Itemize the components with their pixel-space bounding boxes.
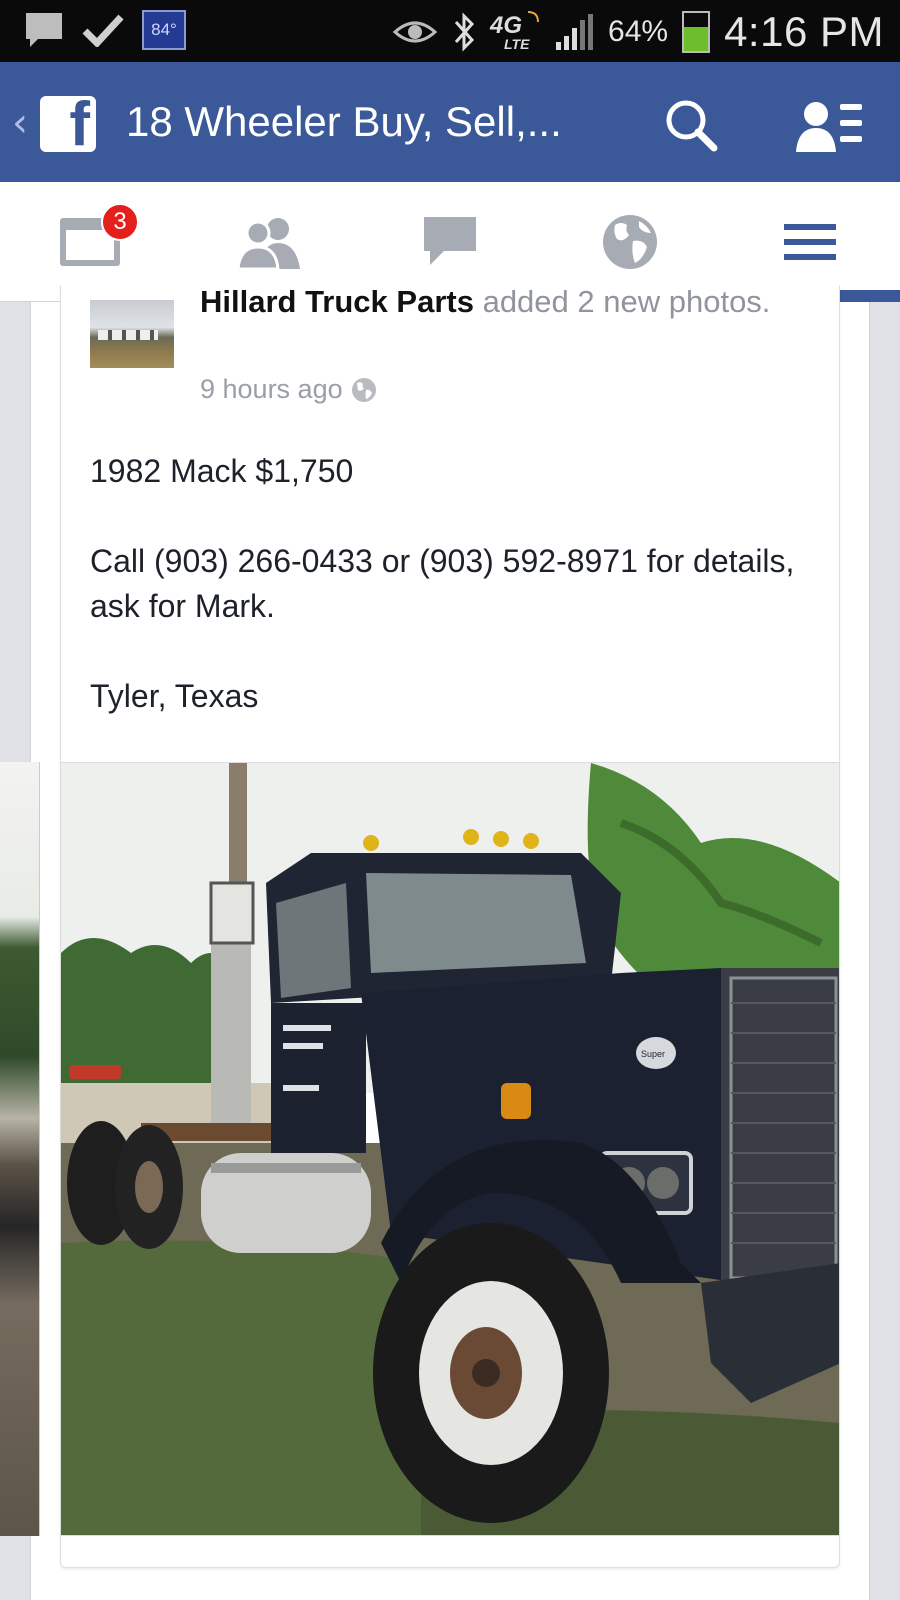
globe-icon [351,377,376,402]
temperature-text: 84° [151,20,177,39]
data-activity-icon [527,11,540,23]
eye-icon [392,21,438,43]
bluetooth-icon [454,12,475,52]
globe-icon [603,215,657,269]
post-text: 1982 Mack $1,750 Call (903) 266-0433 or … [90,449,810,764]
post-timestamp[interactable]: 9 hours ago [200,374,377,405]
back-chevron-icon[interactable]: ‹ [12,100,28,146]
truck-photo: Super [61,763,839,1535]
post-header: Hillard Truck Parts added 2 new photos. [200,280,820,324]
battery-percent: 64% [608,15,669,48]
status-bar: 84° 4G LTE 64% 4:16 PM [0,0,900,62]
battery-icon [682,11,711,53]
network-type-indicator: 4G LTE [490,10,540,54]
truck-badge-text: Super [641,1049,665,1059]
tab-news-feed[interactable]: 3 [0,182,180,302]
clock: 4:16 PM [724,8,884,55]
post-time-text: 9 hours ago [200,374,343,404]
signal-strength-icon [556,14,594,50]
network-subtype-text: LTE [504,36,530,52]
friends-icon [238,218,300,269]
battery-fill [684,26,709,51]
search-icon[interactable] [664,98,720,154]
author-name[interactable]: Hillard Truck Parts [200,284,474,319]
post-action-text: added 2 new photos. [482,284,771,319]
post-text-location: Tyler, Texas [90,678,259,714]
author-avatar[interactable] [90,300,174,368]
hamburger-menu-icon [784,224,836,260]
post-photo[interactable]: Super [60,762,840,1536]
message-notification-icon [26,13,62,47]
chat-bubble-icon [424,217,476,265]
friends-list-icon[interactable] [796,98,866,154]
facebook-logo-icon[interactable]: f [40,96,96,152]
post-text-price: 1982 Mack $1,750 [90,453,354,489]
notification-badge: 3 [101,203,139,241]
post-text-contact: Call (903) 266-0433 or (903) 592-8971 fo… [90,543,795,624]
app-title-bar: ‹ f 18 Wheeler Buy, Sell,... [0,62,900,182]
checkmark-icon [82,14,124,47]
group-title: 18 Wheeler Buy, Sell,... [126,98,562,145]
weather-temperature-badge: 84° [142,10,186,50]
photo-peek-previous[interactable] [0,762,40,1536]
